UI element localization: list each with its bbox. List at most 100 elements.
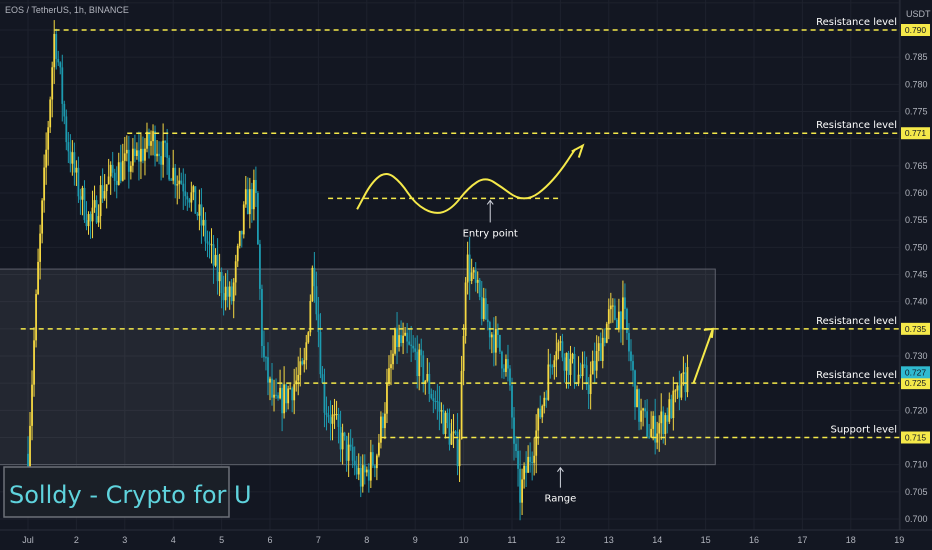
candle-body bbox=[301, 361, 304, 365]
eos-usdt-chart[interactable]: Resistance level Resistance level Resistan… bbox=[0, 0, 932, 550]
candle-body bbox=[136, 150, 138, 156]
candle-body bbox=[265, 357, 267, 359]
price-tick: 0.710 bbox=[905, 460, 928, 470]
candle-body bbox=[361, 465, 364, 487]
candle-body bbox=[464, 282, 467, 336]
candle-body bbox=[624, 297, 626, 309]
candle-body bbox=[398, 335, 400, 347]
candle-body bbox=[146, 131, 148, 149]
price-tick: 0.750 bbox=[905, 242, 928, 252]
candle-body bbox=[458, 439, 461, 467]
level-badge-text: 0.771 bbox=[905, 128, 927, 138]
time-tick: 7 bbox=[316, 535, 321, 545]
candle-body bbox=[642, 408, 644, 411]
candle-body bbox=[131, 148, 134, 166]
candle-body bbox=[446, 412, 449, 424]
candle-body bbox=[305, 342, 308, 361]
candle-body bbox=[61, 67, 64, 104]
candle-body bbox=[319, 332, 322, 375]
candle-body bbox=[557, 342, 560, 352]
candle-body bbox=[259, 244, 261, 289]
candle-body bbox=[611, 305, 614, 307]
time-tick: 10 bbox=[459, 535, 469, 545]
candle-body bbox=[617, 311, 620, 329]
candle-body bbox=[476, 279, 479, 283]
candle-body bbox=[226, 286, 229, 297]
candle-body bbox=[589, 374, 592, 395]
time-tick: Jul bbox=[22, 535, 34, 545]
candle-body bbox=[109, 164, 112, 177]
candle-body bbox=[585, 365, 588, 385]
candle-body bbox=[91, 207, 94, 222]
candle-body bbox=[289, 388, 292, 390]
candle-body bbox=[180, 180, 183, 184]
candle-body bbox=[333, 414, 336, 416]
candle-body bbox=[254, 179, 257, 194]
candle-body bbox=[190, 192, 193, 203]
time-tick: 3 bbox=[122, 535, 127, 545]
candle-body bbox=[261, 288, 263, 347]
candle-body bbox=[511, 385, 513, 418]
price-tick: 0.785 bbox=[905, 52, 928, 62]
candle-body bbox=[525, 465, 528, 473]
candle-body bbox=[269, 378, 271, 383]
candle-body bbox=[605, 323, 608, 343]
candle-body bbox=[188, 199, 191, 203]
candle-body bbox=[656, 433, 659, 443]
candle-body bbox=[609, 305, 612, 310]
candle-body bbox=[615, 319, 618, 329]
candle-body bbox=[386, 383, 388, 414]
level-badge-text: 0.735 bbox=[905, 324, 927, 334]
price-tick: 0.700 bbox=[905, 514, 928, 524]
candle-body bbox=[394, 328, 396, 354]
candle-body bbox=[329, 417, 332, 424]
candle-body bbox=[563, 357, 566, 371]
candle-body bbox=[105, 184, 108, 192]
candle-body bbox=[347, 444, 350, 461]
candle-body bbox=[416, 351, 419, 377]
candle-body bbox=[115, 180, 118, 185]
candle-body bbox=[682, 372, 685, 374]
candle-body bbox=[140, 148, 142, 162]
candle-body bbox=[660, 411, 663, 424]
candle-body bbox=[402, 335, 404, 343]
candle-body bbox=[509, 368, 511, 386]
candle-body bbox=[628, 333, 630, 352]
candle-body bbox=[543, 397, 546, 407]
candle-body bbox=[632, 361, 634, 371]
candle-body bbox=[365, 469, 368, 473]
candle-body bbox=[97, 216, 100, 223]
candle-body bbox=[634, 370, 636, 408]
candle-body bbox=[371, 452, 374, 466]
candle-body bbox=[281, 387, 283, 414]
candle-body bbox=[210, 244, 213, 246]
candle-body bbox=[43, 167, 46, 201]
candle-body bbox=[680, 373, 683, 398]
candle-body bbox=[404, 332, 407, 336]
candle-body bbox=[555, 351, 558, 361]
candle-body bbox=[396, 328, 398, 347]
candle-body bbox=[93, 200, 96, 208]
candle-body bbox=[678, 385, 681, 398]
candle-body bbox=[484, 298, 487, 320]
level-label: Support level bbox=[831, 425, 898, 436]
price-tick: 0.780 bbox=[905, 79, 928, 89]
candle-body bbox=[244, 189, 247, 205]
candle-body bbox=[432, 398, 435, 402]
candle-body bbox=[178, 180, 181, 185]
candle-body bbox=[686, 367, 689, 393]
candle-body bbox=[63, 103, 66, 117]
price-tick: 0.730 bbox=[905, 351, 928, 361]
candle-body bbox=[375, 455, 378, 469]
candle-body bbox=[474, 270, 477, 283]
candle-body bbox=[539, 408, 542, 418]
candle-body bbox=[313, 267, 316, 287]
candle-body bbox=[668, 399, 671, 422]
candle-body bbox=[35, 294, 37, 341]
candle-body bbox=[204, 219, 207, 242]
candle-body bbox=[186, 196, 189, 200]
candle-body bbox=[654, 415, 657, 443]
candle-body bbox=[541, 406, 544, 418]
candle-body bbox=[630, 351, 632, 362]
candle-body bbox=[287, 388, 290, 404]
